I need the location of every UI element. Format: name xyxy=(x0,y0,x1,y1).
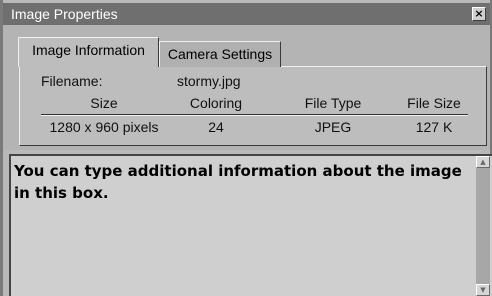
scroll-up-arrow-icon[interactable]: ▲ xyxy=(476,156,490,168)
close-button[interactable]: × xyxy=(472,7,486,21)
column-header-file-size: File Size xyxy=(407,95,461,111)
image-information-panel: Filename: stormy.jpg Size Coloring File … xyxy=(19,66,487,146)
value-file-size: 127 K xyxy=(415,119,453,135)
filename-value: stormy.jpg xyxy=(177,73,241,89)
value-size: 1280 x 960 pixels xyxy=(49,119,159,135)
image-properties-window: Image Properties × Image Information Cam… xyxy=(0,0,492,296)
filename-label: Filename: xyxy=(41,73,103,89)
tab-image-information[interactable]: Image Information xyxy=(18,37,159,67)
scroll-down-arrow-icon[interactable]: ▼ xyxy=(476,284,490,296)
column-header-size: Size xyxy=(90,95,118,111)
header-divider xyxy=(41,114,468,116)
value-coloring: 24 xyxy=(208,119,224,135)
close-icon: × xyxy=(474,7,484,20)
value-file-type: JPEG xyxy=(314,119,352,135)
notes-text[interactable]: You can type additional information abou… xyxy=(14,160,474,204)
notes-textarea[interactable]: You can type additional information abou… xyxy=(9,154,492,296)
tab-label: Camera Settings xyxy=(167,46,273,62)
properties-body: Image Information Camera Settings Filena… xyxy=(3,25,490,150)
title-bar[interactable]: Image Properties × xyxy=(3,3,490,25)
tab-label: Image Information xyxy=(32,42,145,58)
tab-camera-settings[interactable]: Camera Settings xyxy=(159,41,281,67)
notes-scrollbar[interactable]: ▲ ▼ xyxy=(476,156,490,296)
column-header-coloring: Coloring xyxy=(189,95,243,111)
column-header-file-type: File Type xyxy=(304,95,362,111)
window-title: Image Properties xyxy=(11,6,118,22)
